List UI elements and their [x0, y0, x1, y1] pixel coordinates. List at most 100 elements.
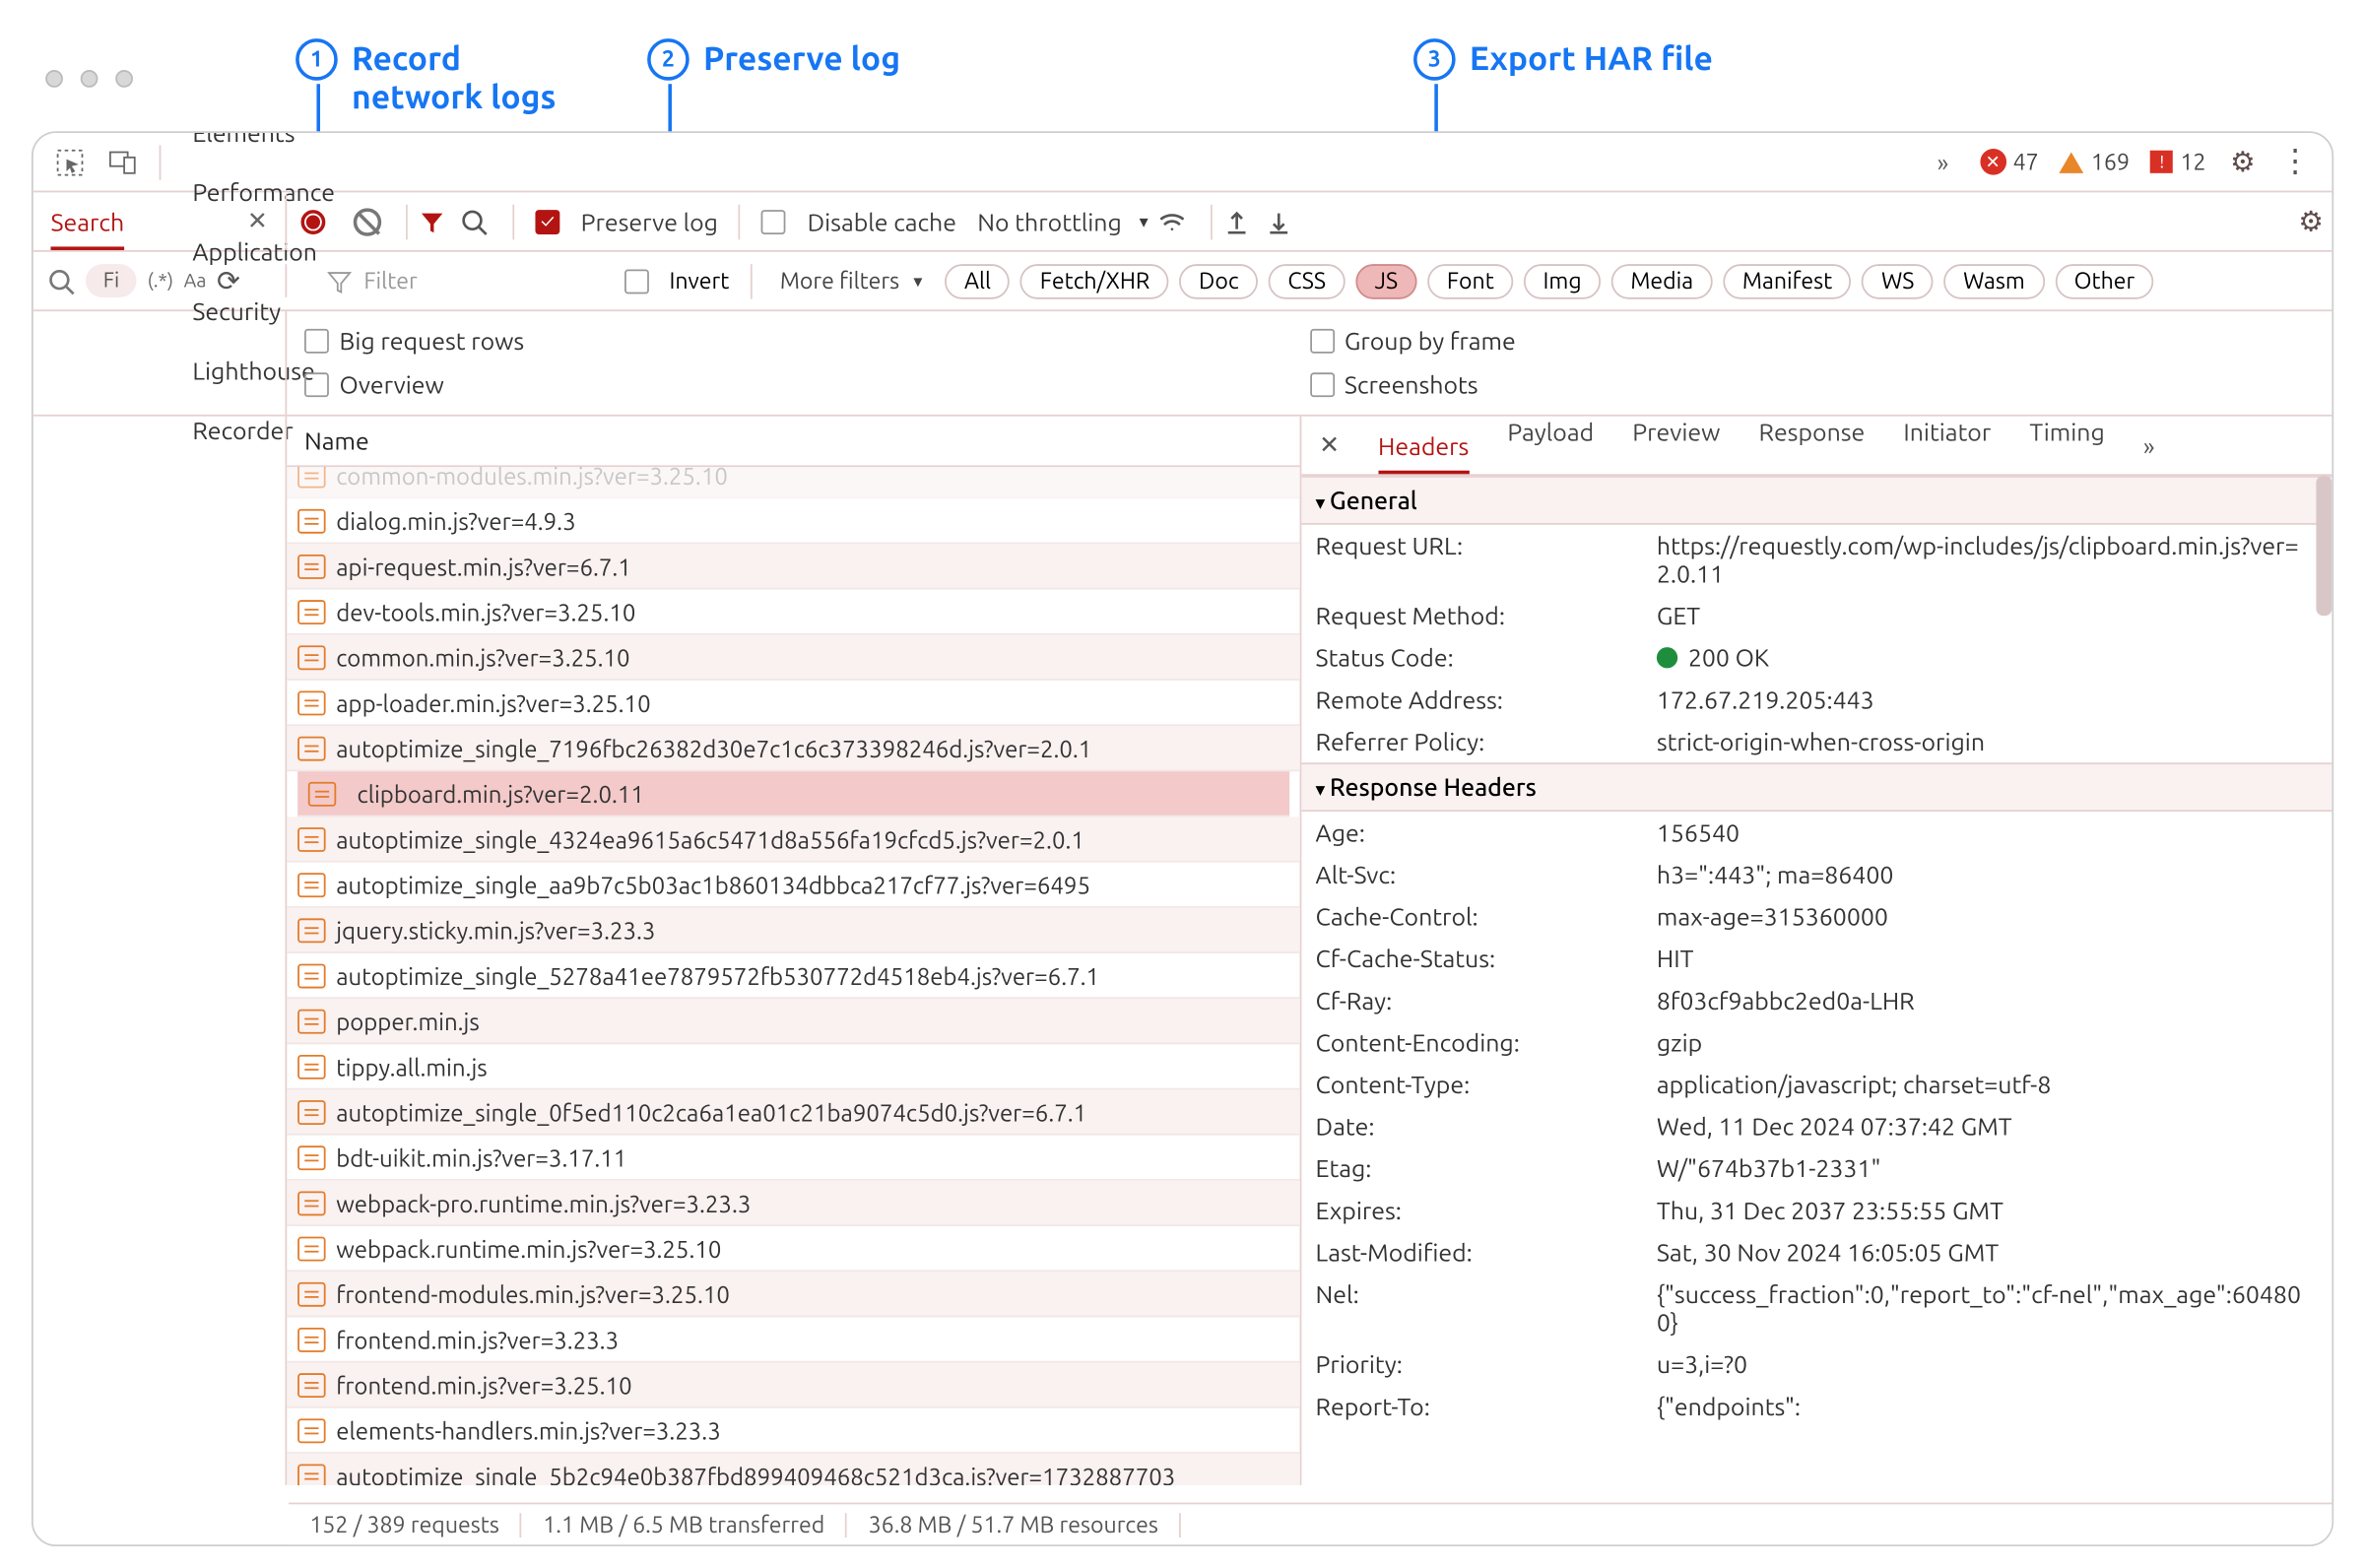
detail-tab-timing[interactable]: Timing	[2029, 418, 2104, 474]
request-name: autoptimize_single_4324ea9615a6c5471d8a5…	[336, 824, 1084, 852]
filter-pill-css[interactable]: CSS	[1269, 263, 1346, 298]
request-row[interactable]: dialog.min.js?ver=4.9.3	[287, 498, 1299, 544]
js-file-icon	[297, 1009, 325, 1033]
detail-tab-headers[interactable]: Headers	[1378, 431, 1469, 474]
request-row[interactable]: autoptimize_single_5278a41ee7879572fb530…	[287, 953, 1299, 999]
filter-pill-media[interactable]: Media	[1611, 263, 1713, 298]
invert-checkbox[interactable]: Invert	[624, 269, 729, 294]
filter-input[interactable]: Filter	[304, 260, 438, 302]
header-value: Thu, 31 Dec 2037 23:55:55 GMT	[1657, 1197, 2318, 1224]
request-row[interactable]: dev-tools.min.js?ver=3.25.10	[287, 590, 1299, 635]
js-file-icon	[297, 467, 325, 487]
regex-toggle[interactable]: (.*)	[148, 270, 173, 291]
more-filters[interactable]: More filters	[780, 269, 922, 294]
request-row[interactable]: popper.min.js	[287, 999, 1299, 1044]
inspect-icon[interactable]	[43, 148, 96, 175]
filter-pill-all[interactable]: All	[945, 263, 1010, 298]
request-row[interactable]: frontend-modules.min.js?ver=3.25.10	[287, 1272, 1299, 1317]
clear-button[interactable]	[354, 207, 381, 234]
request-row[interactable]: autoptimize_single_4324ea9615a6c5471d8a5…	[287, 817, 1299, 862]
warning-count[interactable]: 169	[2060, 150, 2130, 174]
request-row[interactable]: webpack-pro.runtime.min.js?ver=3.23.3	[287, 1181, 1299, 1226]
tab-elements[interactable]: Elements	[171, 131, 356, 162]
request-row[interactable]: autoptimize_single_7196fbc26382d30e7c1c6…	[287, 726, 1299, 771]
big-rows-checkbox[interactable]: Big request rows	[304, 325, 1309, 356]
issue-count[interactable]: !12	[2150, 150, 2205, 174]
throttling-select[interactable]: No throttling	[977, 207, 1148, 234]
request-row[interactable]: jquery.sticky.min.js?ver=3.23.3	[287, 908, 1299, 953]
close-icon[interactable]: ✕	[247, 207, 268, 236]
more-tabs-icon[interactable]: »	[1917, 148, 1969, 175]
request-row[interactable]: api-request.min.js?ver=6.7.1	[287, 544, 1299, 589]
header-row: Request Method:GET	[1301, 595, 2331, 637]
request-name: webpack.runtime.min.js?ver=3.25.10	[336, 1234, 721, 1262]
filter-pill-fetch/xhr[interactable]: Fetch/XHR	[1020, 263, 1169, 298]
request-row[interactable]: app-loader.min.js?ver=3.25.10	[287, 681, 1299, 726]
header-key: Request Method:	[1316, 602, 1657, 629]
group-by-frame-checkbox[interactable]: Group by frame	[1309, 325, 2314, 356]
request-row[interactable]: frontend.min.js?ver=3.23.3	[287, 1317, 1299, 1362]
request-row[interactable]: webpack.runtime.min.js?ver=3.25.10	[287, 1226, 1299, 1272]
filter-pill-js[interactable]: JS	[1355, 263, 1417, 298]
filter-pill-ws[interactable]: WS	[1862, 263, 1934, 298]
preserve-log-checkbox[interactable]: Preserve log	[535, 207, 718, 234]
header-key: Nel:	[1316, 1280, 1657, 1337]
request-row[interactable]: elements-handlers.min.js?ver=3.23.3	[287, 1408, 1299, 1454]
header-key: Cache-Control:	[1316, 902, 1657, 930]
js-file-icon	[308, 781, 336, 806]
name-column-header[interactable]: Name	[287, 417, 1299, 468]
window-controls[interactable]	[45, 70, 133, 88]
header-key: Priority:	[1316, 1350, 1657, 1378]
header-value: u=3,i=?0	[1657, 1350, 2318, 1378]
request-row[interactable]: common-modules.min.js?ver=3.25.10	[287, 467, 1299, 498]
upload-har-icon[interactable]	[1223, 207, 1266, 234]
section-header[interactable]: General	[1301, 476, 2331, 525]
gear-icon[interactable]	[2216, 145, 2268, 178]
detail-tab-payload[interactable]: Payload	[1507, 418, 1594, 474]
search-tab-label[interactable]: Search	[51, 207, 125, 249]
search-icon[interactable]	[460, 207, 502, 234]
header-row: Remote Address:172.67.219.205:443	[1301, 679, 2331, 721]
detail-tab-preview[interactable]: Preview	[1632, 418, 1720, 474]
screenshots-checkbox[interactable]: Screenshots	[1309, 370, 2314, 401]
record-button[interactable]	[300, 209, 325, 233]
detail-tab-initiator[interactable]: Initiator	[1903, 418, 1991, 474]
js-file-icon	[297, 826, 325, 851]
network-settings-icon[interactable]	[2290, 205, 2332, 238]
filter-pill-wasm[interactable]: Wasm	[1944, 263, 2045, 298]
request-row[interactable]: tippy.all.min.js	[287, 1044, 1299, 1089]
search-input[interactable]: Fi	[86, 264, 137, 297]
search-icon[interactable]	[47, 267, 75, 294]
kebab-icon[interactable]	[2268, 144, 2321, 180]
request-row[interactable]: autoptimize_single_0f5ed110c2ca6a1ea01c2…	[287, 1089, 1299, 1135]
filter-pill-other[interactable]: Other	[2055, 263, 2154, 298]
js-file-icon	[297, 1191, 325, 1215]
request-row[interactable]: common.min.js?ver=3.25.10	[287, 635, 1299, 681]
request-row[interactable]: autoptimize_single_aa9b7c5b03ac1b860134d…	[287, 863, 1299, 908]
header-key: Date:	[1316, 1113, 1657, 1141]
filter-pill-font[interactable]: Font	[1427, 263, 1513, 298]
request-row[interactable]: clipboard.min.js?ver=2.0.11	[297, 771, 1289, 817]
filter-pill-img[interactable]: Img	[1524, 263, 1601, 298]
device-icon[interactable]	[97, 148, 149, 175]
filter-pill-manifest[interactable]: Manifest	[1723, 263, 1851, 298]
detail-tab-response[interactable]: Response	[1759, 418, 1866, 474]
section-header[interactable]: Response Headers	[1301, 762, 2331, 812]
header-value: Wed, 11 Dec 2024 07:37:42 GMT	[1657, 1113, 2318, 1141]
refresh-icon[interactable]	[217, 264, 240, 297]
download-har-icon[interactable]	[1265, 207, 1307, 234]
overview-checkbox[interactable]: Overview	[304, 370, 1309, 401]
filter-icon[interactable]	[418, 207, 460, 234]
disable-cache-checkbox[interactable]: Disable cache	[761, 207, 956, 234]
more-tabs-icon[interactable]	[2143, 431, 2155, 459]
case-toggle[interactable]: Aa	[184, 270, 207, 291]
scrollbar[interactable]	[2316, 476, 2331, 616]
request-row[interactable]: autoptimize_single_5b2c94e0b387fbd899409…	[287, 1454, 1299, 1485]
request-row[interactable]: bdt-uikit.min.js?ver=3.17.11	[287, 1136, 1299, 1181]
wifi-icon[interactable]	[1158, 207, 1201, 234]
filter-pill-doc[interactable]: Doc	[1180, 263, 1259, 298]
close-details-icon[interactable]	[1319, 430, 1340, 460]
request-row[interactable]: frontend.min.js?ver=3.25.10	[287, 1363, 1299, 1408]
request-name: jquery.sticky.min.js?ver=3.23.3	[336, 916, 655, 944]
error-count[interactable]: ✕47	[1980, 149, 2039, 175]
